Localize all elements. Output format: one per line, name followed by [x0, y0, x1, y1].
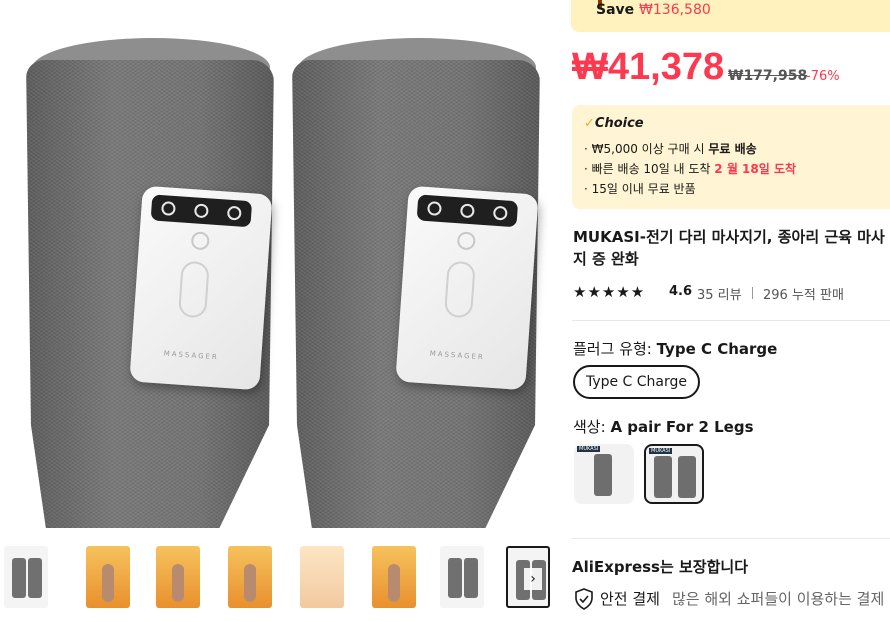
rating-value: 4.6 [669, 284, 693, 299]
check-icon: ✓ [584, 116, 595, 131]
benefit-free-returns: · 15일 이내 무료 반품 [584, 182, 696, 196]
power-icon [456, 231, 476, 251]
thumbnail-next-icon[interactable]: › [524, 568, 542, 590]
sold-count: 296 누적 판매 [763, 288, 844, 303]
leg-massager-left: MASSAGER [26, 38, 276, 528]
divider [572, 538, 890, 539]
controller-right: MASSAGER [395, 185, 539, 391]
secure-payment-label: 안전 결제 [600, 590, 660, 608]
shield-check-icon [575, 588, 593, 610]
benefit-free-shipping: · ₩5,000 이상 구매 시 무료 배송 [584, 142, 757, 156]
original-price: ₩177,958 [728, 68, 808, 84]
current-price: ₩41,378 [572, 46, 725, 88]
device-brand-text: MASSAGER [429, 349, 486, 362]
thumbnail-7[interactable] [440, 546, 484, 608]
leg-massager-right: MASSAGER [292, 38, 542, 528]
thumbnail-1[interactable] [4, 546, 48, 608]
color-swatch-single[interactable]: MUKASI [574, 444, 634, 504]
thumbnail-4[interactable] [228, 546, 272, 608]
color-label: 색상: A pair For 2 Legs [573, 418, 754, 436]
choice-label: ✓Choice [584, 116, 644, 131]
guarantee-title[interactable]: AliExpress는 보장합니다 [572, 556, 748, 577]
plug-option-button[interactable]: Type C Charge [573, 365, 700, 399]
save-text: Save ₩136,580 [596, 2, 711, 18]
star-rating-icon: ★★★★★ [573, 283, 646, 301]
power-icon [190, 231, 210, 251]
thumbnail-3[interactable] [156, 546, 200, 608]
thumbnail-strip: › [0, 540, 550, 612]
thumbnail-6[interactable] [372, 546, 416, 608]
thumbnail-5[interactable] [300, 546, 344, 608]
benefit-fast-delivery: · 빠른 배송 10일 내 도착 2 월 18일 도착 [584, 162, 797, 176]
product-title: MUKASI-전기 다리 마사지기, 종아리 근육 마사지 증 완화 [573, 228, 885, 268]
color-swatch-pair[interactable]: MUKASI [644, 444, 704, 504]
device-brand-text: MASSAGER [163, 349, 220, 362]
divider [572, 320, 890, 321]
divider [752, 287, 753, 299]
plug-type-label: 플러그 유형: Type C Charge [573, 340, 778, 358]
main-product-image[interactable]: MASSAGER MASSAGER [0, 0, 548, 532]
secure-payment-desc: 많은 해외 쇼퍼들이 이용하는 결제 [672, 590, 885, 608]
discount-badge: -76% [806, 69, 840, 84]
thumbnail-2[interactable] [86, 546, 130, 608]
review-count[interactable]: 35 리뷰 [697, 284, 742, 303]
controller-left: MASSAGER [129, 185, 273, 391]
